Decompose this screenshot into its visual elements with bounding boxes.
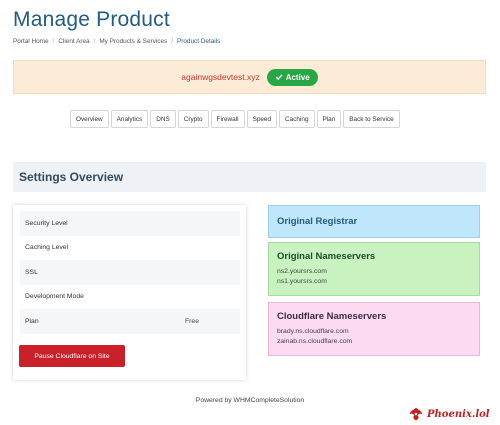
breadcrumb-client-area[interactable]: Client Area xyxy=(58,38,89,45)
domain-banner: againwgsdevtest.xyz Active xyxy=(13,60,486,94)
tab-caching[interactable]: Caching xyxy=(279,110,315,128)
setting-label: Caching Level xyxy=(25,244,69,252)
table-row: Plan Free xyxy=(20,309,240,334)
cloudflare-nameservers-title: Cloudflare Nameservers xyxy=(277,311,387,322)
breadcrumb: Portal Home / Client Area / My Products … xyxy=(13,38,220,45)
tab-speed[interactable]: Speed xyxy=(246,110,278,128)
cloudflare-nameservers-box: Cloudflare Nameservers brady.ns.cloudfla… xyxy=(268,302,480,356)
watermark: Phoenix.lol xyxy=(408,406,490,422)
setting-label: Security Level xyxy=(25,219,68,227)
phoenix-logo-icon xyxy=(409,407,423,421)
status-badge: Active xyxy=(266,68,318,86)
settings-overview-header: Settings Overview xyxy=(13,162,486,192)
nameserver-entry: ns2.yoursrs.com xyxy=(277,268,327,275)
setting-label: SSL xyxy=(25,268,38,276)
settings-table: Security Level Caching Level SSL Develop… xyxy=(20,211,240,334)
tab-dns[interactable]: DNS xyxy=(150,110,176,128)
breadcrumb-products-services[interactable]: My Products & Services xyxy=(99,38,167,45)
breadcrumb-portal-home[interactable]: Portal Home xyxy=(13,38,49,45)
breadcrumb-separator: / xyxy=(171,38,173,45)
product-tabs: Overview Analytics DNS Crypto Firewall S… xyxy=(70,110,400,128)
original-nameservers-title: Original Nameservers xyxy=(277,251,376,262)
table-row: Caching Level xyxy=(20,236,240,261)
table-row: SSL xyxy=(20,260,240,285)
nameserver-entry: ns1.yoursrs.com xyxy=(277,278,327,285)
setting-label: Development Mode xyxy=(25,293,84,301)
domain-name: againwgsdevtest.xyz xyxy=(181,72,260,82)
breadcrumb-separator: / xyxy=(93,38,96,45)
breadcrumb-current: Product Details xyxy=(176,38,221,45)
footer-powered-by: Powered by WHMCompleteSolution xyxy=(0,397,500,404)
original-registrar-title: Original Registrar xyxy=(277,216,358,227)
tab-firewall[interactable]: Firewall xyxy=(210,110,245,128)
setting-label: Plan xyxy=(25,317,39,325)
settings-panel: Security Level Caching Level SSL Develop… xyxy=(13,205,246,380)
check-icon xyxy=(275,74,283,81)
watermark-text: Phoenix.lol xyxy=(427,408,490,420)
original-registrar-box: Original Registrar xyxy=(268,205,480,238)
breadcrumb-separator: / xyxy=(52,38,55,45)
tab-overview[interactable]: Overview xyxy=(70,110,109,128)
page-title: Manage Product xyxy=(13,8,170,31)
nameserver-entry: zainab.ns.cloudflare.com xyxy=(277,338,353,345)
table-row: Development Mode xyxy=(20,285,240,310)
tab-plan[interactable]: Plan xyxy=(316,110,342,128)
pause-cloudflare-button[interactable]: Pause Cloudflare on Site xyxy=(19,345,125,367)
tab-analytics[interactable]: Analytics xyxy=(110,110,149,128)
tab-back-to-service[interactable]: Back to Service xyxy=(343,110,400,128)
table-row: Security Level xyxy=(20,211,240,236)
tab-crypto[interactable]: Crypto xyxy=(177,110,209,128)
status-badge-label: Active xyxy=(285,72,310,82)
setting-value: Free xyxy=(185,317,199,325)
original-nameservers-box: Original Nameservers ns2.yoursrs.com ns1… xyxy=(268,242,480,296)
nameserver-entry: brady.ns.cloudflare.com xyxy=(277,328,349,335)
footer-link[interactable]: Powered by WHMCompleteSolution xyxy=(196,397,304,404)
